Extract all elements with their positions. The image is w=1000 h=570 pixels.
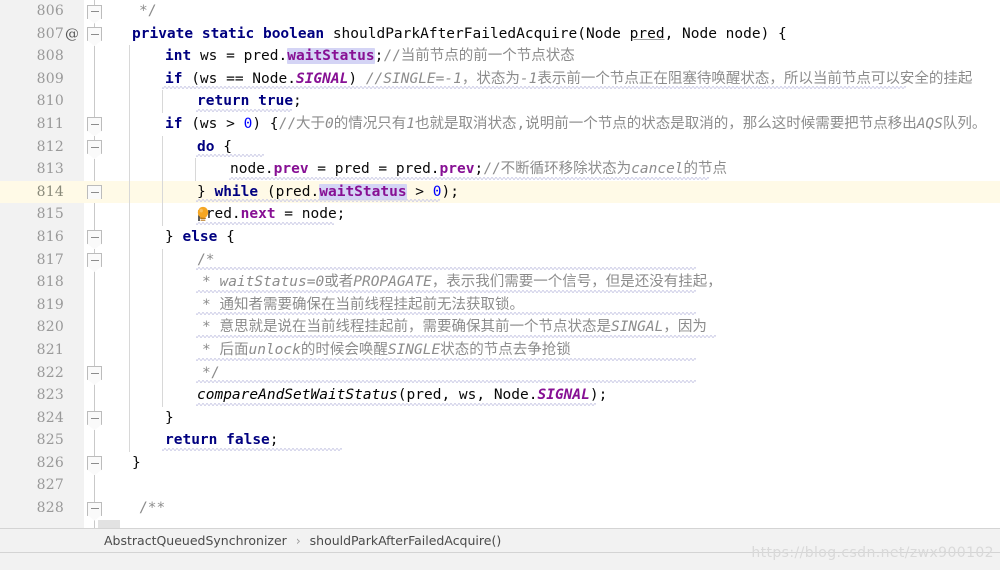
horizontal-scrollbar-thumb[interactable] [98, 520, 120, 528]
code-text: } else { [165, 228, 235, 245]
line-number: 819 [36, 296, 64, 313]
line-number: 814 [36, 183, 64, 200]
fold-marker-icon[interactable] [87, 185, 102, 200]
watermark-text: https://blog.csdn.net/zwx900102 [751, 545, 994, 561]
code-line[interactable]: 812 do { [0, 135, 1000, 159]
line-number: 806 [36, 3, 64, 19]
fold-marker-icon[interactable] [87, 27, 102, 42]
breadcrumb-separator-icon: › [295, 533, 301, 548]
code-line[interactable]: 817 /* [0, 248, 1000, 272]
code-line[interactable]: 822 */ [0, 361, 1000, 385]
fold-marker-icon[interactable] [87, 140, 102, 155]
code-text: int ws = pred.waitStatus;//当前节点的前一个节点状态 [165, 48, 575, 65]
code-line[interactable]: 810 return true; [0, 90, 1000, 113]
line-number: 826 [36, 454, 64, 471]
code-line[interactable]: 806 */ [0, 0, 1000, 23]
code-text: */ [139, 3, 157, 19]
code-line[interactable]: 820 * 意思就是说在当前线程挂起前，需要确保其前一个节点状态是SINGAL，… [0, 316, 1000, 339]
line-number: 811 [36, 115, 64, 132]
code-line[interactable]: 818 * waitStatus=0或者PROPAGATE，表示我们需要一个信号… [0, 271, 1000, 294]
editor-code-area[interactable]: 806 */ 807 @ private static boolean shou… [0, 0, 1000, 528]
fold-marker-icon[interactable] [87, 253, 102, 268]
code-line[interactable]: 807 @ private static boolean shouldParkA… [0, 23, 1000, 46]
code-line[interactable]: 819 * 通知者需要确保在当前线程挂起前无法获取锁。 [0, 293, 1000, 317]
code-line[interactable]: 811 if (ws > 0) {//大于0的情况只有1也就是取消状态,说明前一… [0, 112, 1000, 136]
fold-marker-icon[interactable] [87, 501, 102, 516]
code-line[interactable]: 808 int ws = pred.waitStatus;//当前节点的前一个节… [0, 45, 1000, 68]
line-number: 821 [36, 341, 64, 358]
code-text: if (ws > 0) {//大于0的情况只有1也就是取消状态,说明前一个节点的… [165, 115, 987, 132]
code-editor-window: 806 */ 807 @ private static boolean shou… [0, 0, 1000, 570]
line-number: 807 [36, 25, 64, 42]
code-line[interactable]: 826 } [0, 452, 1000, 475]
line-number: 810 [36, 93, 64, 110]
code-lines: 806 */ 807 @ private static boolean shou… [0, 0, 1000, 520]
fold-marker-icon[interactable] [87, 117, 102, 132]
line-number: 827 [36, 477, 64, 494]
line-number: 828 [36, 500, 64, 517]
annotation-marker-icon[interactable]: @ [62, 23, 82, 46]
code-line[interactable]: 827 [0, 474, 1000, 497]
line-number: 822 [36, 364, 64, 381]
code-line[interactable]: 809 if (ws == Node.SIGNAL) //SINGLE=-1，状… [0, 67, 1000, 91]
breadcrumb-method[interactable]: shouldParkAfterFailedAcquire() [308, 533, 504, 548]
line-number: 824 [36, 409, 64, 426]
line-number: 815 [36, 206, 64, 223]
code-text: private static boolean shouldParkAfterFa… [132, 25, 787, 42]
line-number: 825 [36, 432, 64, 449]
code-line[interactable]: 823 compareAndSetWaitStatus(pred, ws, No… [0, 384, 1000, 407]
line-number: 816 [36, 228, 64, 245]
line-number: 813 [36, 161, 64, 178]
fold-marker-icon[interactable] [87, 230, 102, 245]
code-line[interactable]: 828 /** [0, 497, 1000, 520]
code-line[interactable]: 813 node.prev = pred = pred.prev;//不断循环移… [0, 158, 1000, 181]
breadcrumb-class[interactable]: AbstractQueuedSynchronizer [102, 533, 289, 548]
code-line[interactable]: 821 * 后面unlock的时候会唤醒SINGLE状态的节点去争抢锁 [0, 338, 1000, 362]
line-number: 817 [36, 251, 64, 268]
fold-marker-icon[interactable] [87, 4, 102, 19]
code-line[interactable]: 825 return false; [0, 429, 1000, 452]
line-number: 812 [36, 138, 64, 155]
intention-lightbulb-icon[interactable] [108, 184, 209, 222]
code-line-current[interactable]: 814 } while (pred.waitStatus > 0); [0, 180, 1000, 222]
code-text: } [132, 454, 141, 471]
code-text: /** [139, 500, 166, 517]
line-number: 823 [36, 387, 64, 404]
code-text: } [165, 409, 174, 426]
line-number: 808 [36, 48, 64, 65]
fold-marker-icon[interactable] [87, 366, 102, 380]
fold-marker-icon[interactable] [87, 456, 102, 471]
code-line[interactable]: 824 } [0, 406, 1000, 430]
fold-marker-icon[interactable] [87, 411, 102, 426]
line-number: 818 [36, 274, 64, 291]
line-number: 820 [36, 319, 64, 336]
line-number: 809 [36, 70, 64, 87]
